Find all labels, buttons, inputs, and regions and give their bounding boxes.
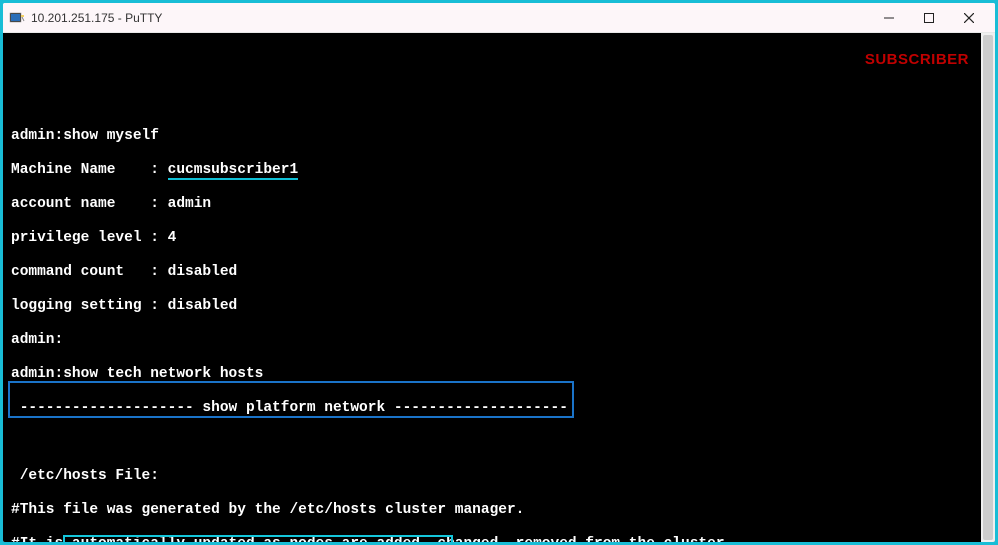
minimize-button[interactable]	[869, 4, 909, 32]
window-controls	[869, 4, 989, 32]
terminal-line: Machine Name : cucmsubscriber1	[11, 162, 987, 179]
terminal-line: admin:show tech network hosts	[11, 366, 987, 383]
terminal-line: -------------------- show platform netwo…	[11, 400, 987, 417]
machine-name-highlight: cucmsubscriber1	[168, 162, 299, 180]
maximize-button[interactable]	[909, 4, 949, 32]
terminal-line: /etc/hosts File:	[11, 468, 987, 485]
terminal-content: admin:show myself Machine Name : cucmsub…	[11, 111, 987, 542]
scrollbar[interactable]	[981, 33, 995, 542]
terminal-line: privilege level : 4	[11, 230, 987, 247]
terminal-line: #This file was generated by the /etc/hos…	[11, 502, 987, 519]
terminal-line: #It is automatically updated as nodes ar…	[11, 536, 987, 542]
scrollbar-thumb[interactable]	[983, 35, 993, 540]
titlebar[interactable]: 10.201.251.175 - PuTTY	[3, 3, 995, 33]
subscriber-label: SUBSCRIBER	[865, 51, 969, 68]
terminal-area[interactable]: SUBSCRIBER admin:show myself Machine Nam…	[3, 33, 995, 542]
terminal-line: logging setting : disabled	[11, 298, 987, 315]
terminal-line: account name : admin	[11, 196, 987, 213]
putty-window: 10.201.251.175 - PuTTY SUBSCRIBER admin:…	[3, 3, 995, 542]
terminal-line: admin:show myself	[11, 128, 987, 145]
close-button[interactable]	[949, 4, 989, 32]
terminal-line: admin:	[11, 332, 987, 349]
window-title: 10.201.251.175 - PuTTY	[31, 11, 869, 25]
terminal-line	[11, 434, 987, 451]
terminal-line: command count : disabled	[11, 264, 987, 281]
putty-icon	[9, 10, 25, 26]
